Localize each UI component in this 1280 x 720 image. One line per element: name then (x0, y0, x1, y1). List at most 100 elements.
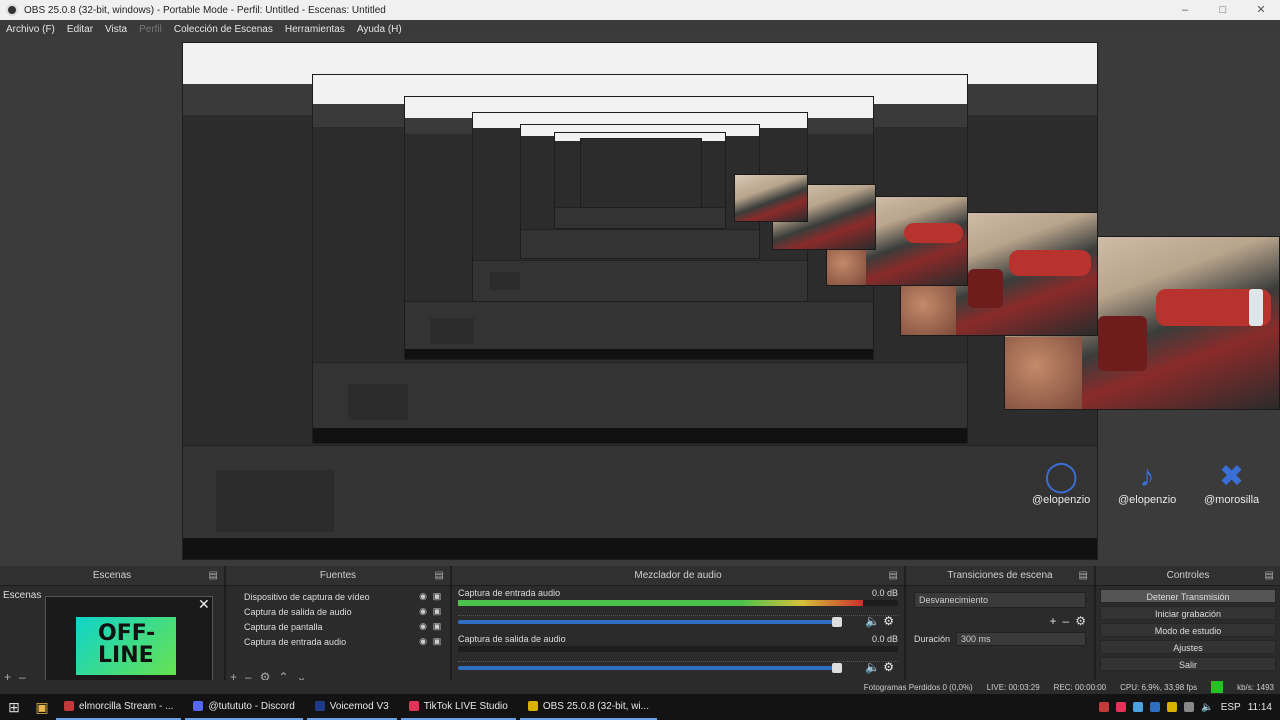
remove-icon[interactable]: – (1063, 614, 1070, 628)
tray-icon[interactable] (1184, 702, 1195, 712)
channel-name: Captura de entrada audio (458, 588, 561, 598)
undock-icon[interactable]: ▤ (889, 566, 898, 586)
tray-icon[interactable] (1116, 702, 1127, 712)
menubar: Archivo (F) Editar Vista Perfil Colecció… (0, 20, 1280, 38)
gear-icon[interactable]: ⚙ (883, 660, 894, 674)
taskbar-item[interactable]: @tutututo - Discord (185, 694, 303, 720)
scenes-header: Escenas ▤ (0, 566, 224, 586)
taskbar-item[interactable]: OBS 25.0.8 (32-bit, wi... (519, 694, 657, 720)
meter-scale (458, 654, 898, 662)
dock-area: Escenas ▤ Escenas OFF-LINE ✕ + – Fuentes… (0, 566, 1280, 690)
lock-icon[interactable]: ▣ (430, 591, 444, 602)
duration-label: Duración (914, 634, 951, 644)
taskbar-item[interactable]: elmorcilla Stream - ... (56, 694, 182, 720)
discord-icon (193, 701, 204, 711)
connection-status-icon (1211, 681, 1224, 693)
taskbar-item[interactable]: TikTok LIVE Studio (400, 694, 516, 720)
minimize-icon[interactable]: – (1166, 0, 1204, 20)
channel-db: 0.0 dB (871, 634, 898, 644)
source-item[interactable]: Dispositivo de captura de vídeo ◉ ▣ (226, 589, 450, 604)
eye-icon[interactable]: ◉ (416, 591, 430, 602)
meter-scale (458, 608, 898, 616)
source-item[interactable]: Captura de entrada audio ◉ ▣ (226, 634, 450, 649)
gear-icon[interactable]: ⚙ (883, 614, 894, 628)
transition-select[interactable]: Desvanecimiento (914, 592, 1086, 608)
taskbar-item[interactable]: Voicemod V3 (306, 694, 397, 720)
dropped-frames: Fotogramas Perdidos 0 (0,0%) (863, 682, 973, 692)
audio-mixer-panel: Mezclador de audio ▤ Captura de entrada … (452, 566, 906, 690)
windows-taskbar: ⊞ ▣ elmorcilla Stream - ... @tutututo - … (0, 694, 1280, 720)
menu-vista[interactable]: Vista (99, 24, 133, 35)
live-timer: LIVE: 00:03:29 (986, 682, 1040, 692)
offline-card: OFF-LINE (76, 617, 176, 675)
speaker-icon[interactable]: 🔈 (1201, 702, 1213, 713)
menu-archivo[interactable]: Archivo (F) (0, 24, 61, 35)
eye-icon[interactable]: ◉ (416, 606, 430, 617)
program-preview[interactable]: ◯ @elopenzio ♪ @elopenzio ✖ @morosilla (0, 38, 1280, 566)
transitions-header: Transiciones de escena ▤ (906, 566, 1094, 586)
channel-db: 0.0 dB (871, 588, 898, 598)
controls-panel: Controles ▤ Detener Transmisión Iniciar … (1096, 566, 1280, 690)
window-titlebar: OBS 25.0.8 (32-bit, windows) - Portable … (0, 0, 1280, 20)
slider-handle[interactable] (832, 663, 842, 673)
tray-icon[interactable] (1150, 702, 1161, 712)
stop-streaming-button[interactable]: Detener Transmisión (1100, 589, 1276, 603)
undock-icon[interactable]: ▤ (1265, 566, 1274, 586)
add-icon[interactable]: + (1050, 614, 1057, 628)
offline-card (216, 470, 334, 532)
offline-card (430, 318, 474, 344)
undock-icon[interactable]: ▤ (209, 566, 218, 586)
volume-meter (458, 600, 898, 606)
settings-button[interactable]: Ajustes (1100, 640, 1276, 654)
menu-herramientas[interactable]: Herramientas (279, 24, 351, 35)
tiktok-icon: ♪ (1139, 460, 1155, 493)
undock-icon[interactable]: ▤ (435, 566, 444, 586)
speaker-icon[interactable]: 🔈 (865, 660, 880, 674)
mixer-header: Mezclador de audio ▤ (452, 566, 904, 586)
window-title: OBS 25.0.8 (32-bit, windows) - Portable … (24, 4, 386, 16)
menu-perfil[interactable]: Perfil (133, 24, 168, 35)
gear-icon[interactable]: ⚙ (1075, 614, 1086, 628)
menu-editar[interactable]: Editar (61, 24, 99, 35)
source-item[interactable]: Captura de pantalla ◉ ▣ (226, 619, 450, 634)
studio-mode-button[interactable]: Modo de estudio (1100, 623, 1276, 637)
folder-icon[interactable]: ▣ (28, 699, 56, 716)
menu-coleccion-escenas[interactable]: Colección de Escenas (168, 24, 279, 35)
close-icon[interactable]: ✕ (198, 596, 210, 613)
social-instagram: ◯ @elopenzio (1032, 460, 1091, 506)
scene-item[interactable]: Escenas (3, 590, 41, 601)
slider-handle[interactable] (832, 617, 842, 627)
clock[interactable]: 11:14 (1248, 702, 1272, 713)
lock-icon[interactable]: ▣ (430, 606, 444, 617)
instagram-icon: ◯ (1044, 460, 1078, 493)
close-icon[interactable]: ✕ (1242, 0, 1280, 20)
tray-icon[interactable] (1133, 702, 1144, 712)
eye-icon[interactable]: ◉ (416, 621, 430, 632)
duration-row: Duración 300 ms (914, 632, 1086, 646)
scene-thumbnail: OFF-LINE (45, 596, 213, 688)
tray-icon[interactable] (1167, 702, 1178, 712)
undock-icon[interactable]: ▤ (1079, 566, 1088, 586)
lock-icon[interactable]: ▣ (430, 636, 444, 647)
lock-icon[interactable]: ▣ (430, 621, 444, 632)
channel-name: Captura de salida de audio (458, 634, 566, 644)
source-item[interactable]: Captura de salida de audio ◉ ▣ (226, 604, 450, 619)
rec-timer: REC: 00:00:00 (1053, 682, 1107, 692)
volume-slider[interactable] (458, 617, 842, 627)
maximize-icon[interactable]: □ (1204, 0, 1242, 20)
transition-buttons: + – ⚙ (914, 614, 1086, 628)
duration-input[interactable]: 300 ms (956, 632, 1086, 646)
speaker-icon[interactable]: 🔈 (865, 614, 880, 628)
tray-icon[interactable] (1099, 702, 1110, 712)
social-tiktok: ♪ @elopenzio (1118, 460, 1177, 506)
twitter-icon: ✖ (1219, 460, 1245, 493)
start-recording-button[interactable]: Iniciar grabación (1100, 606, 1276, 620)
language-indicator[interactable]: ESP (1221, 702, 1241, 713)
sources-header: Fuentes ▤ (226, 566, 450, 586)
menu-ayuda[interactable]: Ayuda (H) (351, 24, 408, 35)
windows-start-icon[interactable]: ⊞ (0, 699, 28, 716)
exit-button[interactable]: Salir (1100, 657, 1276, 671)
sources-panel: Fuentes ▤ Dispositivo de captura de víde… (226, 566, 452, 690)
eye-icon[interactable]: ◉ (416, 636, 430, 647)
volume-slider[interactable] (458, 663, 842, 673)
